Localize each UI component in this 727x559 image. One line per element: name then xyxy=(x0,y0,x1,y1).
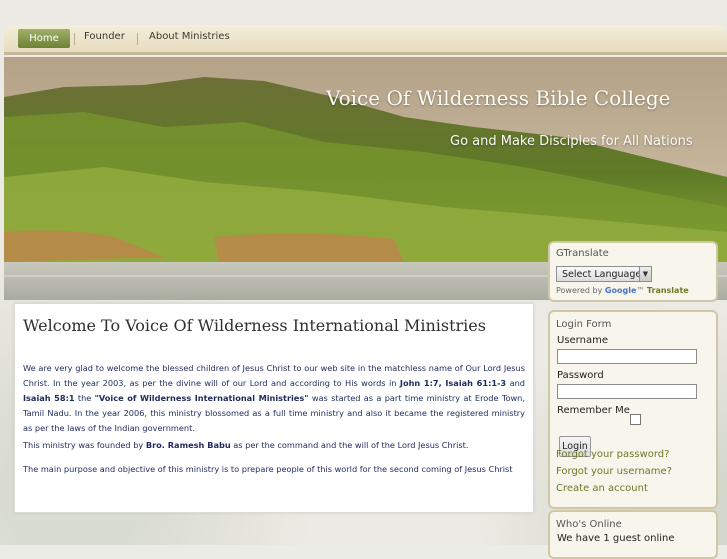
chevron-down-icon[interactable]: ▼ xyxy=(639,266,652,282)
remember-me-checkbox[interactable] xyxy=(630,414,641,425)
forgot-password-link[interactable]: Forgot your password? xyxy=(556,449,669,460)
powered-by-label: Powered by xyxy=(556,286,603,295)
powered-by-google[interactable]: Powered by Google™ Translate xyxy=(556,286,689,295)
remember-me-label: Remember Me xyxy=(557,405,630,416)
login-module: Login Form Username Password Remember Me… xyxy=(548,310,718,509)
text: and xyxy=(506,378,525,388)
language-select[interactable]: Select Language xyxy=(556,266,649,282)
nav-item-about-ministries[interactable]: About Ministries xyxy=(149,31,230,42)
password-label: Password xyxy=(557,370,604,381)
module-title: Who's Online xyxy=(556,519,622,530)
password-field[interactable] xyxy=(557,384,697,399)
text: This ministry was founded by xyxy=(23,440,146,450)
nav-separator xyxy=(74,33,75,45)
create-account-link[interactable]: Create an account xyxy=(556,483,648,494)
whos-online-module: Who's Online We have 1 guest online xyxy=(548,510,718,559)
text: the xyxy=(74,393,95,403)
translate-label: Translate xyxy=(646,286,689,295)
username-label: Username xyxy=(557,335,608,346)
ministry-name: "Voice of Wilderness International Minis… xyxy=(94,393,309,403)
site-title: Voice Of Wilderness Bible College xyxy=(326,86,671,110)
article-paragraph-purpose: The main purpose and objective of this m… xyxy=(23,464,513,474)
guest-count-text: We have 1 guest online xyxy=(557,533,675,544)
founder-name: Bro. Ramesh Babu xyxy=(145,440,231,450)
module-title: GTranslate xyxy=(556,248,609,259)
article-paragraph-intro: We are very glad to welcome the blessed … xyxy=(23,361,525,436)
top-navigation-bar: Home Founder About Ministries xyxy=(4,25,727,55)
article-paragraph-founder: This ministry was founded by Bro. Ramesh… xyxy=(23,438,525,453)
scripture-reference: John 1:7, Isaiah 61:1-3 xyxy=(399,378,507,388)
site-slogan: Go and Make Disciples for All Nations xyxy=(450,134,693,149)
username-field[interactable] xyxy=(557,349,697,364)
scripture-reference: Isaiah 58:1 xyxy=(23,393,75,403)
main-article: Welcome To Voice Of Wilderness Internati… xyxy=(14,303,534,513)
page-title: Welcome To Voice Of Wilderness Internati… xyxy=(23,316,486,335)
nav-item-home[interactable]: Home xyxy=(18,29,70,48)
nav-separator xyxy=(137,33,138,45)
gtranslate-module: GTranslate Select Language ▼ Powered by … xyxy=(548,241,718,302)
forgot-username-link[interactable]: Forgot your username? xyxy=(556,466,672,477)
trademark-symbol: ™ xyxy=(636,286,645,295)
nav-item-founder[interactable]: Founder xyxy=(84,31,125,42)
google-logo: Google xyxy=(604,286,637,295)
text: as per the command and the will of the L… xyxy=(230,440,469,450)
module-title: Login Form xyxy=(556,319,612,330)
